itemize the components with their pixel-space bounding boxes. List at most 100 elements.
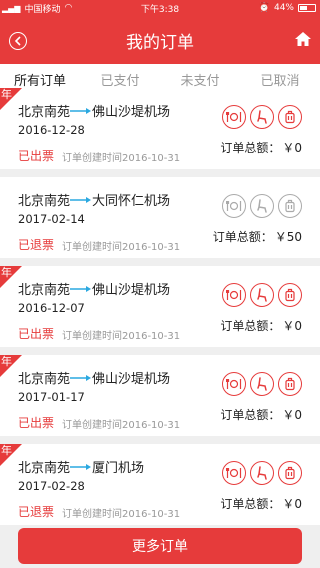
total-label: 订单总额：: [220, 497, 281, 511]
luggage-icon: [278, 194, 302, 218]
route: 北京南苑 佛山沙堤机场: [18, 101, 170, 120]
order-card[interactable]: 北京南苑 大同怀仁机场 2017-02-14 已退票 订单创建时间2016-10…: [0, 177, 320, 258]
seat-icon: [250, 283, 274, 307]
ticket-status: 已出票: [18, 416, 55, 430]
arrow-right-icon: [70, 196, 92, 203]
order-total: 订单总额： ￥0: [220, 406, 302, 423]
top-bar: ▂▄▆ 中国移动 ◠ 下午3:38 ⏰ 44% 我的订单: [0, 0, 320, 64]
seat-icon: [250, 194, 274, 218]
arrow-right-icon: [70, 463, 92, 470]
seat-icon: [250, 372, 274, 396]
created-time: 订单创建时间2016-10-31: [62, 416, 180, 431]
arrival-label: 佛山沙堤机场: [92, 283, 171, 298]
departure-label: 北京南苑: [18, 372, 71, 387]
arrival-label: 厦门机场: [92, 461, 145, 476]
order-card[interactable]: 年 北京南苑 佛山沙堤机场 2016-12-07 已出票 订单创建时间2016-…: [0, 266, 320, 347]
luggage-icon: [278, 283, 302, 307]
seat-icon: [250, 461, 274, 485]
order-card[interactable]: 年 北京南苑 佛山沙堤机场 2017-01-17 已出票 订单创建时间2016-…: [0, 355, 320, 436]
created-time: 订单创建时间2016-10-31: [62, 238, 180, 253]
total-label: 订单总额：: [212, 230, 273, 244]
created-label: 订单创建时间: [62, 509, 122, 520]
service-icons: [222, 461, 302, 485]
luggage-icon: [278, 461, 302, 485]
ticket-status: 已出票: [18, 149, 55, 163]
created-label: 订单创建时间: [62, 420, 122, 431]
service-icons: [222, 194, 302, 218]
created-label: 订单创建时间: [62, 153, 122, 164]
created-label: 订单创建时间: [62, 331, 122, 342]
flight-date: 2017-02-28: [18, 479, 85, 493]
home-button[interactable]: [294, 30, 312, 48]
year-corner-label: 年: [1, 444, 12, 457]
meal-icon: [222, 105, 246, 129]
created-date: 2016-10-31: [122, 420, 181, 431]
meal-icon: [222, 461, 246, 485]
luggage-icon: [278, 105, 302, 129]
route: 北京南苑 佛山沙堤机场: [18, 279, 170, 298]
order-total: 订单总额： ￥50: [213, 228, 302, 245]
departure-label: 北京南苑: [18, 283, 71, 298]
total-amount: ￥0: [282, 497, 302, 511]
battery-percent: 44%: [273, 3, 294, 13]
alarm-icon: ⏰: [258, 3, 270, 13]
seat-icon: [250, 105, 274, 129]
meal-icon: [222, 283, 246, 307]
arrival-label: 大同怀仁机场: [92, 194, 171, 209]
created-date: 2016-10-31: [122, 242, 181, 253]
home-icon: [295, 32, 311, 46]
chevron-left-icon: [14, 36, 21, 46]
carrier-label: 中国移动: [24, 4, 61, 15]
order-card[interactable]: 年 北京南苑 厦门机场 2017-02-28 已退票 订单创建时间2016-10…: [0, 444, 320, 525]
order-total: 订单总额： ￥0: [220, 495, 302, 512]
back-button[interactable]: [9, 32, 27, 50]
meal-icon: [222, 194, 246, 218]
departure-label: 北京南苑: [18, 194, 71, 209]
flight-date: 2016-12-07: [18, 301, 85, 315]
route: 北京南苑 大同怀仁机场: [18, 190, 170, 209]
flight-date: 2016-12-28: [18, 123, 85, 137]
meal-icon: [222, 372, 246, 396]
more-orders-button[interactable]: 更多订单: [18, 528, 302, 564]
year-corner-label: 年: [1, 266, 12, 279]
battery-icon: [298, 4, 316, 12]
order-card[interactable]: 年 北京南苑 佛山沙堤机场 2016-12-28 已出票 订单创建时间2016-…: [0, 88, 320, 169]
status-bar: ▂▄▆ 中国移动 ◠ 下午3:38 ⏰ 44%: [0, 0, 320, 16]
page-title: 我的订单: [126, 32, 194, 53]
flight-date: 2017-01-17: [18, 390, 85, 404]
created-date: 2016-10-31: [122, 331, 181, 342]
order-total: 订单总额： ￥0: [220, 317, 302, 334]
flight-date: 2017-02-14: [18, 212, 85, 226]
total-amount: ￥0: [282, 319, 302, 333]
arrow-right-icon: [70, 285, 92, 292]
created-time: 订单创建时间2016-10-31: [62, 505, 180, 520]
service-icons: [222, 105, 302, 129]
arrow-right-icon: [70, 374, 92, 381]
year-corner-label: 年: [1, 355, 12, 368]
total-amount: ￥0: [282, 408, 302, 422]
total-label: 订单总额：: [220, 408, 281, 422]
total-amount: ￥50: [274, 230, 302, 244]
service-icons: [222, 372, 302, 396]
created-date: 2016-10-31: [122, 153, 181, 164]
created-label: 订单创建时间: [62, 242, 122, 253]
arrival-label: 佛山沙堤机场: [92, 105, 171, 120]
wifi-icon: ◠: [64, 3, 73, 13]
ticket-status: 已退票: [18, 238, 55, 252]
service-icons: [222, 283, 302, 307]
departure-label: 北京南苑: [18, 105, 71, 120]
arrow-right-icon: [70, 107, 92, 114]
arrival-label: 佛山沙堤机场: [92, 372, 171, 387]
ticket-status: 已出票: [18, 327, 55, 341]
total-label: 订单总额：: [220, 141, 281, 155]
order-total: 订单总额： ￥0: [220, 139, 302, 156]
route: 北京南苑 厦门机场: [18, 457, 144, 476]
created-time: 订单创建时间2016-10-31: [62, 149, 180, 164]
total-label: 订单总额：: [220, 319, 281, 333]
created-time: 订单创建时间2016-10-31: [62, 327, 180, 342]
total-amount: ￥0: [282, 141, 302, 155]
luggage-icon: [278, 372, 302, 396]
year-corner-label: 年: [1, 88, 12, 101]
departure-label: 北京南苑: [18, 461, 71, 476]
ticket-status: 已退票: [18, 505, 55, 519]
